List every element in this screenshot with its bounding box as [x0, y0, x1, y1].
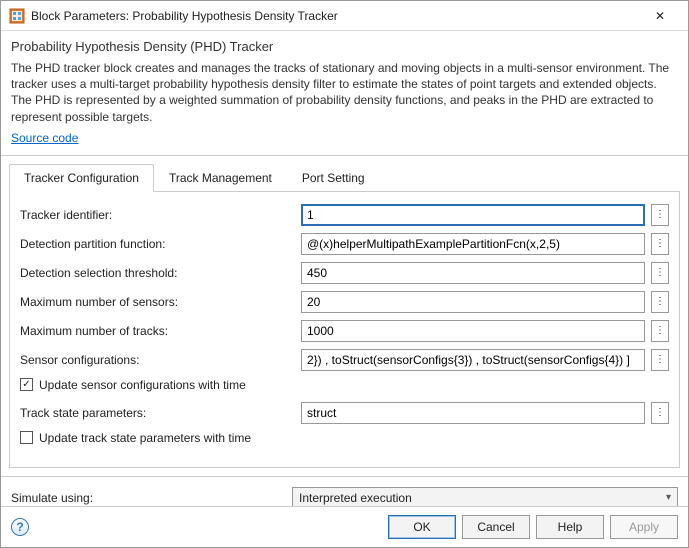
input-max-sensors[interactable]: [301, 291, 645, 313]
app-icon: [9, 8, 25, 24]
more-sensor-configs[interactable]: ⋮: [651, 349, 669, 371]
dialog-window: Block Parameters: Probability Hypothesis…: [0, 0, 689, 548]
label-sensor-configs: Sensor configurations:: [20, 353, 295, 367]
input-track-state-params[interactable]: [301, 402, 645, 424]
input-tracker-identifier[interactable]: [301, 204, 645, 226]
apply-button: Apply: [610, 515, 678, 539]
close-button[interactable]: ✕: [640, 2, 680, 30]
input-sensor-configs[interactable]: [301, 349, 645, 371]
label-tracker-identifier: Tracker identifier:: [20, 208, 295, 222]
dots-icon: ⋮: [655, 297, 665, 307]
content-area: Probability Hypothesis Density (PHD) Tra…: [1, 31, 688, 506]
titlebar: Block Parameters: Probability Hypothesis…: [1, 1, 688, 31]
label-simulate-using: Simulate using:: [11, 491, 286, 505]
cancel-button[interactable]: Cancel: [462, 515, 530, 539]
row-max-tracks: Maximum number of tracks: ⋮: [20, 320, 669, 342]
dots-icon: ⋮: [655, 239, 665, 249]
checkbox-update-track-state[interactable]: [20, 431, 33, 444]
more-tracker-identifier[interactable]: ⋮: [651, 204, 669, 226]
close-icon: ✕: [655, 9, 665, 23]
row-max-sensors: Maximum number of sensors: ⋮: [20, 291, 669, 313]
description-text: The PHD tracker block creates and manage…: [1, 58, 688, 131]
more-detection-selection-threshold[interactable]: ⋮: [651, 262, 669, 284]
dots-icon: ⋮: [655, 326, 665, 336]
tab-bar: Tracker Configuration Track Management P…: [9, 164, 680, 192]
section-title: Probability Hypothesis Density (PHD) Tra…: [1, 31, 688, 58]
label-detection-partition-fn: Detection partition function:: [20, 237, 295, 251]
select-simulate-using[interactable]: Interpreted execution ▾: [292, 487, 678, 506]
input-max-tracks[interactable]: [301, 320, 645, 342]
label-track-state-params: Track state parameters:: [20, 406, 295, 420]
checkbox-update-sensor-cfg[interactable]: [20, 378, 33, 391]
ok-button[interactable]: OK: [388, 515, 456, 539]
more-max-sensors[interactable]: ⋮: [651, 291, 669, 313]
chevron-down-icon: ▾: [666, 492, 671, 503]
tab-port-setting[interactable]: Port Setting: [287, 164, 380, 192]
row-update-sensor-cfg: Update sensor configurations with time: [20, 378, 669, 392]
tabs-container: Tracker Configuration Track Management P…: [1, 155, 688, 476]
row-sensor-configs: Sensor configurations: ⋮: [20, 349, 669, 371]
dots-icon: ⋮: [655, 408, 665, 418]
row-detection-selection-threshold: Detection selection threshold: ⋮: [20, 262, 669, 284]
label-max-tracks: Maximum number of tracks:: [20, 324, 295, 338]
footer: ? OK Cancel Help Apply: [1, 506, 688, 547]
help-button[interactable]: Help: [536, 515, 604, 539]
input-detection-partition-fn[interactable]: [301, 233, 645, 255]
tab-panel-tracker-configuration: Tracker identifier: ⋮ Detection partitio…: [9, 192, 680, 468]
dots-icon: ⋮: [655, 210, 665, 220]
help-icon[interactable]: ?: [11, 518, 29, 536]
row-detection-partition-fn: Detection partition function: ⋮: [20, 233, 669, 255]
more-track-state-params[interactable]: ⋮: [651, 402, 669, 424]
more-max-tracks[interactable]: ⋮: [651, 320, 669, 342]
more-detection-partition-fn[interactable]: ⋮: [651, 233, 669, 255]
row-simulate-using: Simulate using: Interpreted execution ▾: [1, 476, 688, 506]
label-detection-selection-threshold: Detection selection threshold:: [20, 266, 295, 280]
row-track-state-params: Track state parameters: ⋮: [20, 402, 669, 424]
label-update-track-state: Update track state parameters with time: [39, 431, 251, 445]
label-update-sensor-cfg: Update sensor configurations with time: [39, 378, 246, 392]
source-code-link[interactable]: Source code: [1, 131, 88, 155]
tab-track-management[interactable]: Track Management: [154, 164, 287, 192]
label-max-sensors: Maximum number of sensors:: [20, 295, 295, 309]
dots-icon: ⋮: [655, 268, 665, 278]
tab-tracker-configuration[interactable]: Tracker Configuration: [9, 164, 154, 192]
select-simulate-value: Interpreted execution: [299, 491, 412, 505]
row-update-track-state: Update track state parameters with time: [20, 431, 669, 445]
input-detection-selection-threshold[interactable]: [301, 262, 645, 284]
window-title: Block Parameters: Probability Hypothesis…: [31, 9, 640, 23]
row-tracker-identifier: Tracker identifier: ⋮: [20, 204, 669, 226]
dots-icon: ⋮: [655, 355, 665, 365]
